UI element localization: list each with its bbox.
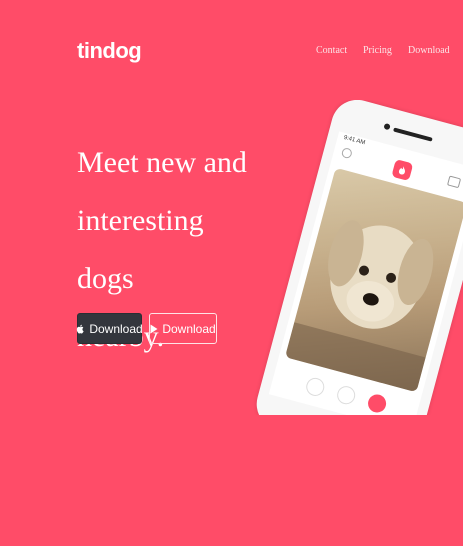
- phone-mockup: 9:41 AM: [250, 100, 463, 415]
- nav-link-pricing[interactable]: Pricing: [363, 45, 392, 56]
- headline-line-1: Meet new and: [77, 146, 247, 179]
- dislike-button[interactable]: [304, 375, 327, 398]
- download-apple-label: Download: [89, 321, 143, 336]
- download-google-play-button[interactable]: Download: [149, 313, 217, 344]
- like-button[interactable]: [366, 392, 389, 415]
- navbar: tindog Contact Pricing Download: [0, 0, 463, 90]
- dog-photo: [284, 220, 434, 393]
- phone-mockup-area: 9:41 AM: [240, 100, 463, 415]
- phone-screen: 9:41 AM: [268, 131, 463, 415]
- chat-icon: [446, 175, 462, 189]
- apple-icon: [76, 324, 85, 334]
- profile-icon: [340, 147, 353, 160]
- nav-link-contact[interactable]: Contact: [316, 45, 347, 56]
- phone-speaker: [393, 127, 433, 142]
- nav-link-download[interactable]: Download: [408, 45, 450, 56]
- headline-line-2: interesting dogs: [77, 204, 204, 295]
- download-apple-button[interactable]: Download: [76, 313, 143, 344]
- google-play-icon: [150, 324, 158, 334]
- flame-logo-icon: [391, 159, 414, 182]
- phone-camera: [383, 122, 391, 131]
- superlike-button[interactable]: [335, 384, 358, 407]
- brand-logo[interactable]: tindog: [77, 38, 142, 64]
- dog-profile-card: [284, 167, 463, 393]
- status-time: 9:41 AM: [342, 134, 366, 147]
- download-google-play-label: Download: [162, 321, 216, 336]
